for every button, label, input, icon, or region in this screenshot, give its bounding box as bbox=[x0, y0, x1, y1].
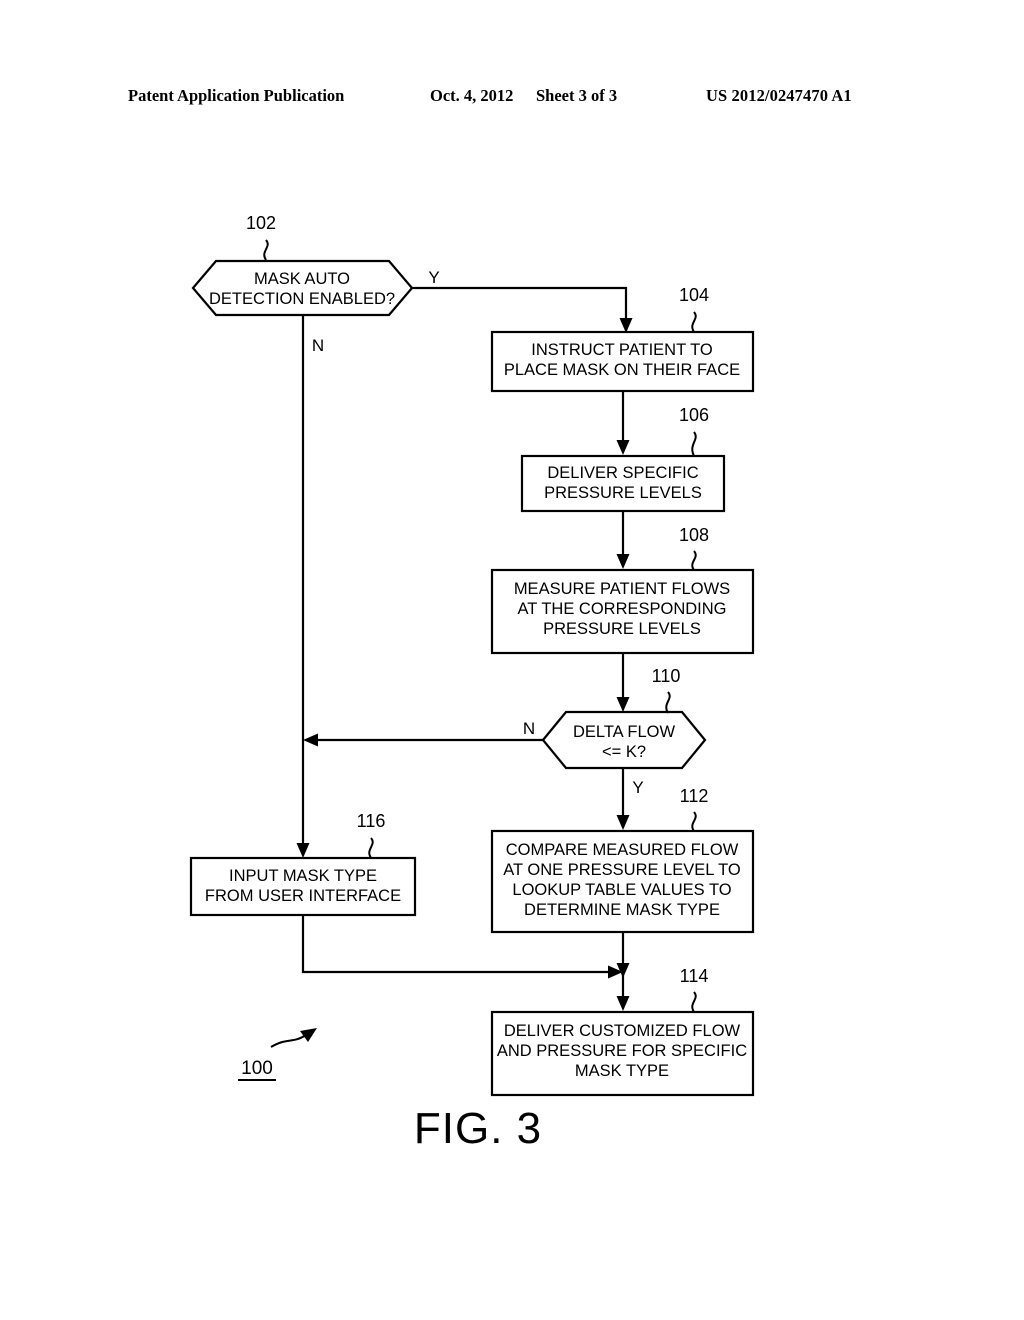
ref-number-110: 110 bbox=[652, 666, 681, 714]
connector-108-to-110 bbox=[616, 653, 630, 712]
node-110-line-2: <= K? bbox=[602, 743, 646, 761]
node-106-line-1: DELIVER SPECIFIC bbox=[547, 464, 698, 482]
ref-number-110-text: 110 bbox=[652, 666, 681, 686]
node-102-line-2: DETECTION ENABLED? bbox=[209, 290, 395, 308]
branch-label-102-no: N bbox=[312, 336, 324, 355]
node-114-line-2: AND PRESSURE FOR SPECIFIC bbox=[497, 1042, 747, 1060]
flowchart-figure: MASK AUTO DETECTION ENABLED? 102 INSTRUC… bbox=[0, 0, 1024, 1320]
node-112-compare-measured-flow[interactable]: COMPARE MEASURED FLOW AT ONE PRESSURE LE… bbox=[490, 829, 755, 934]
node-114-line-1: DELIVER CUSTOMIZED FLOW bbox=[504, 1022, 741, 1040]
branch-label-110-no: N bbox=[523, 719, 535, 738]
connector-106-to-108 bbox=[616, 511, 630, 569]
node-114-deliver-customized-flow[interactable]: DELIVER CUSTOMIZED FLOW AND PRESSURE FOR… bbox=[490, 1010, 755, 1097]
figure-caption: FIG. 3 bbox=[414, 1104, 542, 1153]
node-108-line-3: PRESSURE LEVELS bbox=[543, 620, 701, 638]
branch-label-102-yes: Y bbox=[428, 268, 439, 287]
ref-number-104-text: 104 bbox=[679, 285, 709, 305]
node-116-input-mask-type[interactable]: INPUT MASK TYPE FROM USER INTERFACE bbox=[189, 856, 417, 917]
ref-number-106-text: 106 bbox=[679, 405, 709, 425]
node-110-delta-flow-check[interactable]: DELTA FLOW <= K? bbox=[541, 710, 707, 770]
ref-number-116-text: 116 bbox=[357, 811, 386, 831]
connector-102-yes-to-104 bbox=[412, 286, 633, 333]
ref-number-114-text: 114 bbox=[680, 966, 709, 986]
node-104-line-2: PLACE MASK ON THEIR FACE bbox=[504, 361, 740, 379]
ref-number-112-text: 112 bbox=[680, 786, 709, 806]
connector-104-to-106 bbox=[616, 391, 630, 455]
patent-figure-page: Patent Application Publication Oct. 4, 2… bbox=[0, 0, 1024, 1320]
node-108-measure-patient-flows[interactable]: MEASURE PATIENT FLOWS AT THE CORRESPONDI… bbox=[490, 568, 755, 655]
node-104-instruct-patient[interactable]: INSTRUCT PATIENT TO PLACE MASK ON THEIR … bbox=[490, 330, 755, 393]
figure-reference-100: 100 bbox=[238, 1028, 317, 1081]
ref-number-102-text: 102 bbox=[246, 213, 276, 233]
node-104-line-1: INSTRUCT PATIENT TO bbox=[531, 341, 713, 359]
node-112-line-4: DETERMINE MASK TYPE bbox=[524, 901, 720, 919]
ref-number-116: 116 bbox=[357, 811, 386, 859]
node-106-line-2: PRESSURE LEVELS bbox=[544, 484, 702, 502]
ref-number-102: 102 bbox=[246, 213, 276, 261]
branch-label-110-yes: Y bbox=[632, 778, 643, 797]
node-112-line-1: COMPARE MEASURED FLOW bbox=[506, 841, 739, 859]
node-108-line-1: MEASURE PATIENT FLOWS bbox=[514, 580, 730, 598]
ref-number-112: 112 bbox=[680, 786, 709, 832]
node-114-line-3: MASK TYPE bbox=[575, 1062, 669, 1080]
connector-102-no-to-116 bbox=[296, 316, 310, 858]
flowchart-svg: MASK AUTO DETECTION ENABLED? 102 INSTRUC… bbox=[189, 213, 755, 1153]
connector-110-yes-to-112 bbox=[616, 768, 630, 830]
node-106-deliver-specific-pressure-levels[interactable]: DELIVER SPECIFIC PRESSURE LEVELS bbox=[520, 454, 726, 513]
ref-number-114: 114 bbox=[680, 966, 709, 1013]
node-102-line-1: MASK AUTO bbox=[254, 270, 350, 288]
ref-number-104: 104 bbox=[679, 285, 709, 333]
node-116-line-1: INPUT MASK TYPE bbox=[229, 867, 377, 885]
node-102-mask-auto-detection-enabled[interactable]: MASK AUTO DETECTION ENABLED? bbox=[191, 259, 414, 317]
ref-number-108: 108 bbox=[679, 525, 709, 571]
connector-110-no-to-trunk bbox=[303, 733, 543, 747]
ref-number-106: 106 bbox=[679, 405, 709, 457]
node-112-line-3: LOOKUP TABLE VALUES TO bbox=[512, 881, 731, 899]
node-116-line-2: FROM USER INTERFACE bbox=[205, 887, 401, 905]
ref-number-108-text: 108 bbox=[679, 525, 709, 545]
node-110-line-1: DELTA FLOW bbox=[573, 723, 675, 741]
node-112-line-2: AT ONE PRESSURE LEVEL TO bbox=[503, 861, 741, 879]
figure-reference-100-text: 100 bbox=[241, 1058, 273, 1079]
node-108-line-2: AT THE CORRESPONDING bbox=[517, 600, 726, 618]
